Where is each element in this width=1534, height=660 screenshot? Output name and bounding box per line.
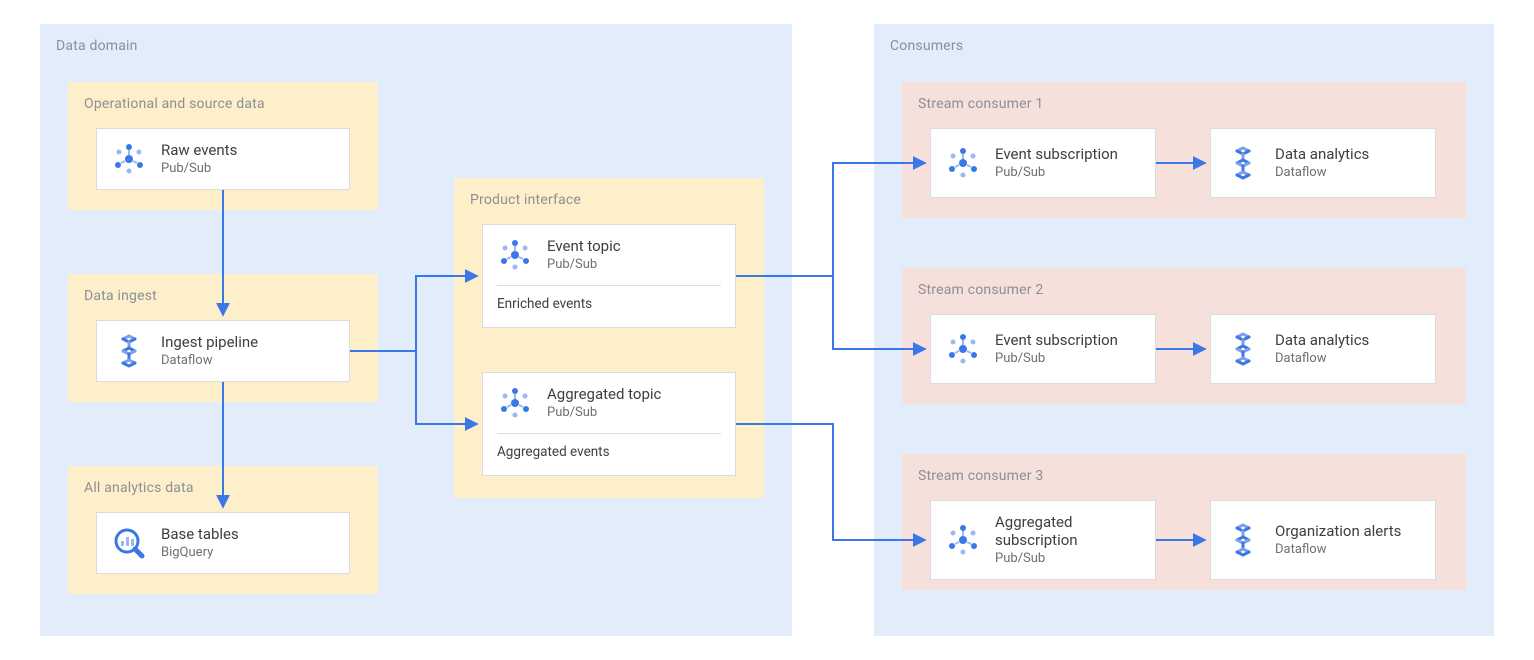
data-domain-label: Data domain <box>56 38 776 54</box>
source-data-label: Operational and source data <box>84 96 362 112</box>
pubsub-icon <box>945 522 981 558</box>
ingest-pipeline-title: Ingest pipeline <box>161 333 258 352</box>
consumers-label: Consumers <box>890 38 1478 54</box>
consumer1-proc-title: Data analytics <box>1275 145 1369 164</box>
bigquery-icon <box>111 525 147 561</box>
aggregated-topic-card: Aggregated topic Pub/Sub Aggregated even… <box>482 372 736 476</box>
consumer3-sub-sub: Pub/Sub <box>995 551 1141 567</box>
consumer3-sub-title: Aggregated subscription <box>995 513 1141 551</box>
pubsub-icon <box>497 237 533 273</box>
event-topic-sub: Pub/Sub <box>547 257 621 273</box>
stream-consumer-2-label: Stream consumer 2 <box>918 282 1450 298</box>
consumer1-sub-title: Event subscription <box>995 145 1118 164</box>
raw-events-card: Raw events Pub/Sub <box>96 128 350 190</box>
consumer2-proc-sub: Dataflow <box>1275 351 1369 367</box>
consumer1-subscription-card: Event subscription Pub/Sub <box>930 128 1156 198</box>
ingest-pipeline-sub: Dataflow <box>161 353 258 369</box>
base-tables-sub: BigQuery <box>161 545 239 561</box>
consumer2-subscription-card: Event subscription Pub/Sub <box>930 314 1156 384</box>
aggregated-topic-note: Aggregated events <box>497 434 721 460</box>
consumer3-process-card: Organization alerts Dataflow <box>1210 500 1436 580</box>
aggregated-topic-title: Aggregated topic <box>547 385 661 404</box>
base-tables-title: Base tables <box>161 525 239 544</box>
consumer2-process-card: Data analytics Dataflow <box>1210 314 1436 384</box>
aggregated-topic-sub: Pub/Sub <box>547 405 661 421</box>
pubsub-icon <box>945 145 981 181</box>
dataflow-icon <box>1225 145 1261 181</box>
pubsub-icon <box>111 141 147 177</box>
dataflow-icon <box>1225 331 1261 367</box>
consumer3-proc-sub: Dataflow <box>1275 542 1401 558</box>
raw-events-sub: Pub/Sub <box>161 161 237 177</box>
consumer1-proc-sub: Dataflow <box>1275 165 1369 181</box>
stream-consumer-3-label: Stream consumer 3 <box>918 468 1450 484</box>
dataflow-icon <box>1225 522 1261 558</box>
pubsub-icon <box>497 385 533 421</box>
consumer2-sub-sub: Pub/Sub <box>995 351 1118 367</box>
consumer2-sub-title: Event subscription <box>995 331 1118 350</box>
dataflow-icon <box>111 333 147 369</box>
event-topic-card: Event topic Pub/Sub Enriched events <box>482 224 736 328</box>
event-topic-note: Enriched events <box>497 286 721 312</box>
consumer3-proc-title: Organization alerts <box>1275 522 1401 541</box>
pubsub-icon <box>945 331 981 367</box>
event-topic-title: Event topic <box>547 237 621 256</box>
data-ingest-label: Data ingest <box>84 288 362 304</box>
consumer2-proc-title: Data analytics <box>1275 331 1369 350</box>
consumer1-sub-sub: Pub/Sub <box>995 165 1118 181</box>
analytics-data-label: All analytics data <box>84 480 362 496</box>
stream-consumer-1-label: Stream consumer 1 <box>918 96 1450 112</box>
ingest-pipeline-card: Ingest pipeline Dataflow <box>96 320 350 382</box>
consumer3-subscription-card: Aggregated subscription Pub/Sub <box>930 500 1156 580</box>
consumer1-process-card: Data analytics Dataflow <box>1210 128 1436 198</box>
raw-events-title: Raw events <box>161 141 237 160</box>
base-tables-card: Base tables BigQuery <box>96 512 350 574</box>
product-interface-label: Product interface <box>470 192 748 208</box>
